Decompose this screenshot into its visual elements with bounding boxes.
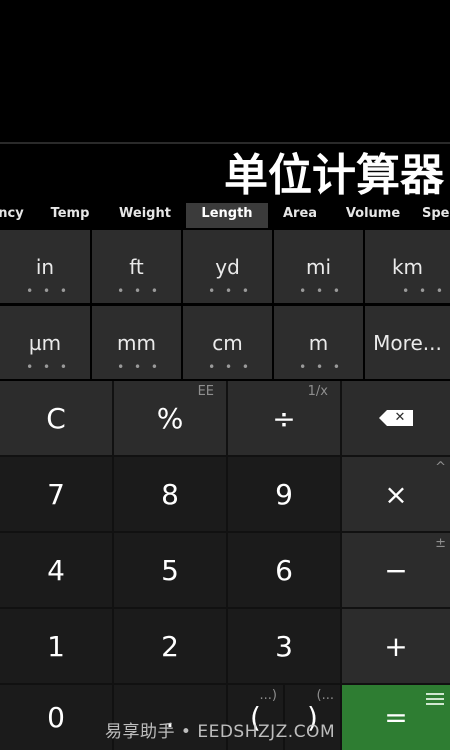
unit-key-yd[interactable]: yd • • • — [183, 230, 272, 303]
unit-label: cm — [212, 330, 243, 355]
percent-label: % — [156, 401, 184, 435]
plus-minus-label: ± — [435, 536, 446, 551]
digit-2-button[interactable]: 2 — [114, 609, 226, 683]
clear-button[interactable]: C — [0, 381, 112, 455]
ee-label: EE — [197, 384, 214, 399]
digit-6-button[interactable]: 6 — [228, 533, 340, 607]
watermark-text: 易享助手 • EEDSHZJZ.COM — [105, 722, 336, 742]
unit-key-ft[interactable]: ft • • • — [92, 230, 181, 303]
tab-speed[interactable]: Spe — [422, 203, 450, 228]
options-dots: • • • — [208, 284, 252, 298]
unit-key-cm[interactable]: cm • • • — [183, 306, 272, 379]
tab-length[interactable]: Length — [186, 203, 268, 228]
unit-key-km[interactable]: km • • • — [365, 230, 450, 303]
category-tabs: ncy Temp Weight Length Area Volume Spe — [0, 203, 450, 228]
digit-0-button[interactable]: 0 — [0, 685, 112, 750]
reciprocal-label: 1/x — [307, 384, 328, 399]
app-title: 单位计算器 — [224, 150, 444, 201]
more-units-button[interactable]: More... — [365, 306, 450, 379]
unit-label: µm — [28, 330, 62, 355]
unit-label: mm — [117, 330, 156, 355]
options-dots: • • • — [26, 284, 70, 298]
digit-3-button[interactable]: 3 — [228, 609, 340, 683]
digit-7-button[interactable]: 7 — [0, 457, 112, 531]
percent-button[interactable]: % EE — [114, 381, 226, 455]
unit-label: More... — [373, 330, 442, 355]
keypad: C % EE ÷ 1/x ✕ 7 8 9 × ^ 4 5 6 − ± 1 2 3… — [0, 381, 450, 750]
result-display — [0, 0, 450, 143]
equals-label: = — [384, 701, 408, 734]
options-dots: • • • — [117, 360, 161, 374]
tab-weight[interactable]: Weight — [110, 203, 180, 228]
backspace-icon: ✕ — [379, 410, 413, 426]
options-dots: • • • — [117, 284, 161, 298]
options-dots: • • • — [26, 360, 70, 374]
divide-button[interactable]: ÷ 1/x — [228, 381, 340, 455]
open-paren-hint: ...) — [259, 688, 277, 703]
digit-8-button[interactable]: 8 — [114, 457, 226, 531]
power-label: ^ — [435, 460, 446, 475]
multiply-button[interactable]: × ^ — [342, 457, 450, 531]
tab-temp[interactable]: Temp — [40, 203, 100, 228]
unit-key-mi[interactable]: mi • • • — [274, 230, 363, 303]
digit-5-button[interactable]: 5 — [114, 533, 226, 607]
unit-label: ft — [129, 254, 144, 279]
options-dots: • • • — [299, 360, 343, 374]
divide-label: ÷ — [272, 401, 296, 435]
digit-1-button[interactable]: 1 — [0, 609, 112, 683]
unit-grid: in • • • ft • • • yd • • • mi • • • km •… — [0, 230, 450, 380]
tab-volume[interactable]: Volume — [334, 203, 412, 228]
plus-button[interactable]: + — [342, 609, 450, 683]
close-paren-hint: (... — [316, 688, 334, 703]
tab-currency[interactable]: ncy — [0, 203, 28, 228]
unit-key-in[interactable]: in • • • — [0, 230, 90, 303]
unit-label: m — [308, 330, 329, 355]
multiply-label: × — [384, 477, 408, 511]
minus-label: − — [384, 553, 408, 587]
backspace-button[interactable]: ✕ — [342, 381, 450, 455]
unit-key-um[interactable]: µm • • • — [0, 306, 90, 379]
digit-4-button[interactable]: 4 — [0, 533, 112, 607]
unit-label: km — [391, 254, 424, 279]
unit-key-m[interactable]: m • • • — [274, 306, 363, 379]
unit-label: mi — [305, 254, 332, 279]
options-dots: • • • — [402, 284, 446, 298]
tab-area[interactable]: Area — [272, 203, 328, 228]
equals-button[interactable]: = — [342, 685, 450, 750]
minus-button[interactable]: − ± — [342, 533, 450, 607]
display-divider — [0, 142, 450, 144]
unit-label: yd — [215, 254, 240, 279]
options-dots: • • • — [208, 360, 252, 374]
digit-9-button[interactable]: 9 — [228, 457, 340, 531]
menu-icon[interactable] — [426, 693, 444, 708]
unit-key-mm[interactable]: mm • • • — [92, 306, 181, 379]
unit-label: in — [35, 254, 55, 279]
options-dots: • • • — [299, 284, 343, 298]
